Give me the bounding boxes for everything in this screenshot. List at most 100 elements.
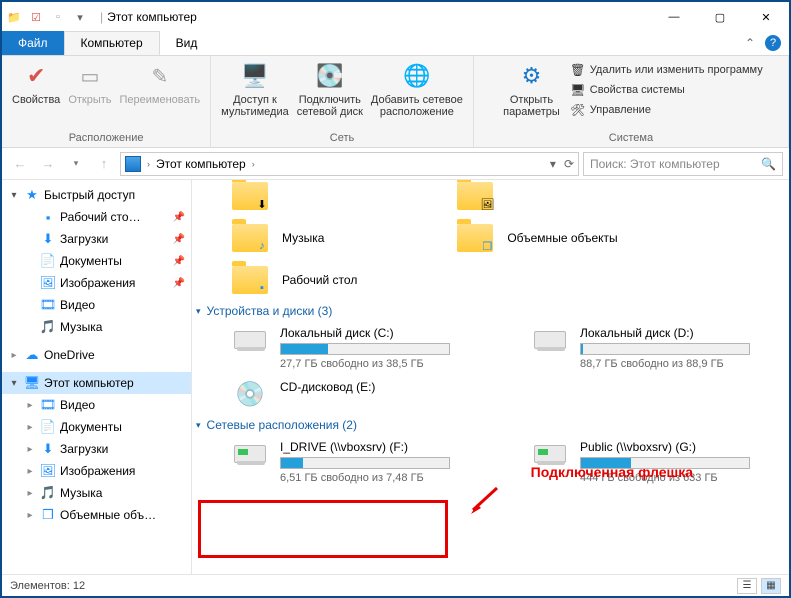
- folder-item[interactable]: ⬇: [232, 182, 357, 210]
- view-details-button[interactable]: ☰: [737, 578, 757, 594]
- desktop-icon: ▪: [40, 209, 56, 225]
- tab-computer[interactable]: Компьютер: [64, 31, 160, 55]
- sidebar-item-pc-downloads[interactable]: ▸⬇Загрузки: [2, 438, 191, 460]
- manage-button[interactable]: 🛠Управление: [570, 102, 763, 118]
- sidebar-item-desktop[interactable]: ▪Рабочий сто…📌: [2, 206, 191, 228]
- address-bar: ← → ▾ ↑ › Этот компьютер › ▾ ⟳ Поиск: Эт…: [2, 148, 789, 180]
- document-icon: 📄: [40, 253, 56, 269]
- cube-icon: ❒: [40, 507, 56, 523]
- sidebar-item-pictures[interactable]: 🖼Изображения📌: [2, 272, 191, 294]
- breadcrumb-dropdown-icon[interactable]: ▾: [550, 157, 556, 171]
- open-icon: ▭: [74, 60, 106, 92]
- sidebar-item-videos[interactable]: 🎞Видео: [2, 294, 191, 316]
- music-icon: 🎵: [40, 485, 56, 501]
- navigation-pane: ▾★Быстрый доступ ▪Рабочий сто…📌 ⬇Загрузк…: [2, 180, 192, 574]
- drive-c[interactable]: Локальный диск (C:) 27,7 ГБ свободно из …: [232, 326, 472, 370]
- folder-desktop[interactable]: ▪Рабочий стол: [232, 266, 357, 294]
- quick-access-toolbar: 📁 ☑ ▫ ▾: [6, 9, 88, 25]
- media-access-button[interactable]: 🖥️ Доступ к мультимедиа: [217, 58, 293, 118]
- history-dropdown[interactable]: ▾: [64, 152, 88, 176]
- sidebar-item-pc-pictures[interactable]: ▸🖼Изображения: [2, 460, 191, 482]
- section-network[interactable]: ▾Сетевые расположения (2): [196, 418, 781, 432]
- sysprops-icon: 🖥: [570, 82, 586, 98]
- up-button[interactable]: ↑: [92, 152, 116, 176]
- drive-d[interactable]: Локальный диск (D:) 88,7 ГБ свободно из …: [532, 326, 772, 370]
- minimize-button[interactable]: —: [651, 2, 697, 32]
- folder-music[interactable]: ♪Музыка: [232, 224, 357, 252]
- folder-icon: ⬇: [232, 182, 268, 210]
- status-bar: Элементов: 12 ☰ ▦: [2, 574, 789, 596]
- sidebar-item-pc-videos[interactable]: ▸🎞Видео: [2, 394, 191, 416]
- maximize-button[interactable]: ▢: [697, 2, 743, 32]
- folder-icon: ▪: [232, 266, 268, 294]
- group-label: Расположение: [69, 130, 144, 147]
- breadcrumb-item[interactable]: Этот компьютер: [156, 157, 246, 171]
- sidebar-item-music[interactable]: 🎵Музыка: [2, 316, 191, 338]
- map-drive-button[interactable]: 💽 Подключить сетевой диск: [293, 58, 367, 118]
- folder-3d-objects[interactable]: ❒Объемные объекты: [457, 224, 617, 252]
- system-properties-button[interactable]: 🖥Свойства системы: [570, 82, 763, 98]
- folder-icon: 📁: [6, 9, 22, 25]
- section-drives[interactable]: ▾Устройства и диски (3): [196, 304, 781, 318]
- search-input[interactable]: Поиск: Этот компьютер 🔍: [583, 152, 783, 176]
- ribbon-group-network: 🖥️ Доступ к мультимедиа 💽 Подключить сет…: [211, 56, 474, 147]
- separator: |: [100, 10, 103, 24]
- content-view[interactable]: ⬇ ♪Музыка ▪Рабочий стол 🖼 ❒Объемные объе…: [192, 180, 789, 574]
- close-button[interactable]: ✕: [743, 2, 789, 32]
- main-area: ▾★Быстрый доступ ▪Рабочий сто…📌 ⬇Загрузк…: [2, 180, 789, 574]
- tab-file[interactable]: Файл: [2, 31, 64, 55]
- back-button[interactable]: ←: [8, 152, 32, 176]
- drive-f[interactable]: I_DRIVE (\\vboxsrv) (F:) 6,51 ГБ свободн…: [232, 440, 472, 484]
- collapse-ribbon-icon[interactable]: ⌃: [745, 36, 755, 50]
- hdd-icon: [232, 326, 268, 354]
- folder-icon: ♪: [232, 224, 268, 252]
- help-icon[interactable]: ?: [765, 35, 781, 51]
- rename-button[interactable]: ✎ Переименовать: [116, 58, 205, 106]
- view-large-button[interactable]: ▦: [761, 578, 781, 594]
- group-label: Сеть: [330, 130, 354, 147]
- chevron-right-icon[interactable]: ›: [252, 159, 255, 169]
- checkmark-icon: ✔: [20, 60, 52, 92]
- capacity-bar: [280, 343, 450, 355]
- annotation-arrow-icon: [469, 486, 499, 516]
- open-parameters-button[interactable]: ⚙ Открыть параметры: [499, 58, 564, 118]
- sidebar-item-onedrive[interactable]: ▸☁OneDrive: [2, 344, 191, 366]
- sidebar-item-quick-access[interactable]: ▾★Быстрый доступ: [2, 184, 191, 206]
- chevron-right-icon[interactable]: ›: [147, 159, 150, 169]
- forward-button[interactable]: →: [36, 152, 60, 176]
- drive-e[interactable]: 💿 CD-дисковод (E:): [232, 380, 472, 408]
- properties-button[interactable]: ✔ Свойства: [8, 58, 64, 106]
- properties-icon[interactable]: ☑: [28, 9, 44, 25]
- open-button[interactable]: ▭ Открыть: [64, 58, 115, 106]
- sidebar-item-documents[interactable]: 📄Документы📌: [2, 250, 191, 272]
- breadcrumb[interactable]: › Этот компьютер › ▾ ⟳: [120, 152, 579, 176]
- refresh-icon[interactable]: ⟳: [564, 157, 574, 171]
- uninstall-button[interactable]: 🗑Удалить или изменить программу: [570, 62, 763, 78]
- ribbon-help: ⌃ ?: [745, 35, 781, 51]
- globe-icon: 🌐: [401, 60, 433, 92]
- gear-icon: ⚙: [515, 60, 547, 92]
- qat-dropdown-icon[interactable]: ▾: [72, 9, 88, 25]
- capacity-bar: [580, 457, 750, 469]
- sidebar-item-pc-3d[interactable]: ▸❒Объемные объ…: [2, 504, 191, 526]
- folder-item[interactable]: 🖼: [457, 182, 617, 210]
- capacity-bar: [280, 457, 450, 469]
- computer-icon: 🖥: [24, 375, 40, 391]
- dvd-icon: 💿: [232, 380, 268, 408]
- ribbon-tabs: Файл Компьютер Вид ⌃ ?: [2, 32, 789, 56]
- folder-icon: ❒: [457, 224, 493, 252]
- tab-view[interactable]: Вид: [160, 31, 214, 55]
- sidebar-item-pc-documents[interactable]: ▸📄Документы: [2, 416, 191, 438]
- ribbon-group-location: ✔ Свойства ▭ Открыть ✎ Переименовать Рас…: [2, 56, 211, 147]
- new-folder-icon[interactable]: ▫: [50, 9, 66, 25]
- system-small-buttons: 🗑Удалить или изменить программу 🖥Свойств…: [570, 58, 763, 118]
- sidebar-item-this-pc[interactable]: ▾🖥Этот компьютер: [2, 372, 191, 394]
- sidebar-item-pc-music[interactable]: ▸🎵Музыка: [2, 482, 191, 504]
- sidebar-item-downloads[interactable]: ⬇Загрузки📌: [2, 228, 191, 250]
- titlebar: 📁 ☑ ▫ ▾ | Этот компьютер — ▢ ✕: [2, 2, 789, 32]
- computer-icon: [125, 156, 141, 172]
- rename-icon: ✎: [144, 60, 176, 92]
- add-network-location-button[interactable]: 🌐 Добавить сетевое расположение: [367, 58, 467, 118]
- window-controls: — ▢ ✕: [651, 2, 789, 32]
- search-placeholder: Поиск: Этот компьютер: [590, 157, 720, 171]
